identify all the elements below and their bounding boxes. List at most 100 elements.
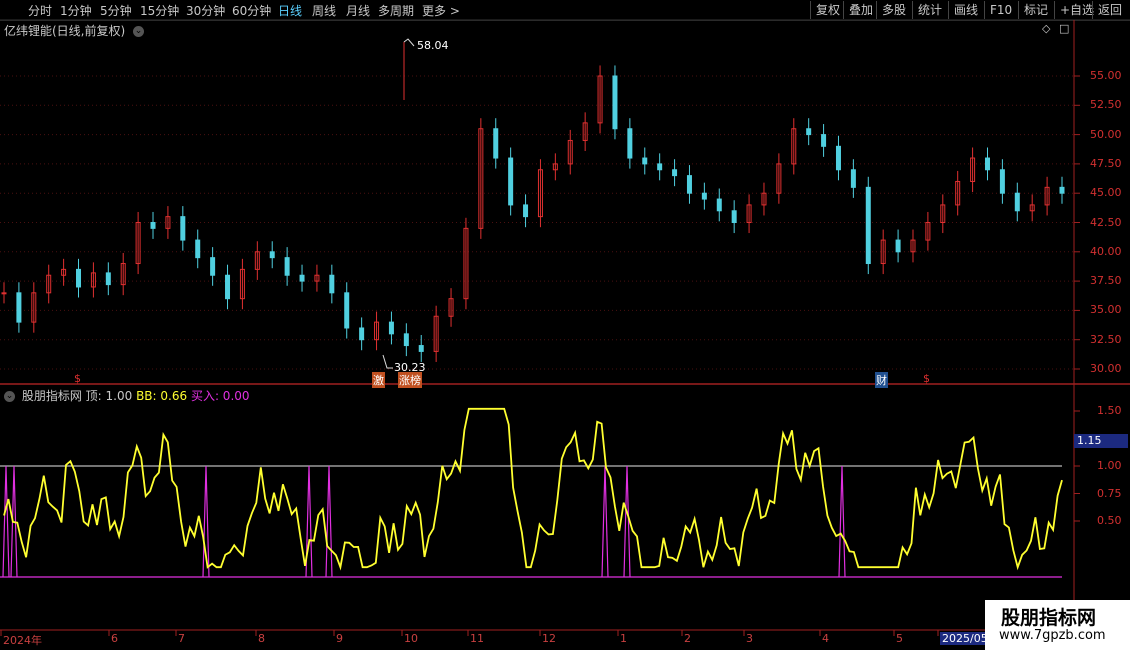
candle-body [344,292,350,329]
price-tick-label: 42.50 [1090,215,1122,229]
candle-body [210,257,216,276]
candle-body [76,268,82,288]
toolbar-button[interactable]: 画线 [948,1,983,19]
time-tick-label: 5 [896,632,903,645]
toolbar-button[interactable]: 复权 [810,1,845,19]
candle-body [731,210,737,223]
watermark-url: www.7gpzb.com [999,628,1106,643]
candle-body [1044,186,1050,206]
candle-body [46,274,52,294]
candle-body [776,163,782,194]
chevron-down-icon[interactable]: ⌄ [133,26,145,37]
candle-body [1059,186,1065,194]
price-tick-label: 50.00 [1090,127,1122,141]
candle-body [135,222,141,265]
candle-body [299,274,305,282]
diamond-icon[interactable]: ◇ [1042,22,1050,35]
buy-spike [202,465,210,578]
candle-body [388,321,394,335]
watermark-title: 股朋指标网 [1001,607,1097,629]
chevron-down-icon[interactable]: ⌄ [4,391,15,402]
candle-body [597,75,603,124]
price-tick-label: 40.00 [1090,244,1122,258]
scroll-box-icon[interactable]: □ [1059,22,1069,35]
period-tab[interactable]: 分时 [28,2,52,19]
period-toolbar: 分时 1分钟 5分钟 15分钟 30分钟 60分钟 日线 周线 月线 多周期 更多 > 复权 叠加 多股… [0,0,1130,21]
stock-title: 亿纬锂能(日线,前复权) [4,24,126,38]
price-tick-label: 52.50 [1090,98,1122,112]
time-tick-label: 10 [404,632,418,645]
candle-body [984,157,990,171]
candle-body [657,163,663,171]
period-tab[interactable]: 更多 > [422,2,460,19]
candle-body [955,180,961,206]
toolbar-button[interactable]: F10 [984,1,1017,19]
candle-body [806,128,812,136]
period-tab[interactable]: 15分钟 [140,2,179,19]
period-tab[interactable]: 月线 [346,2,370,19]
event-marker[interactable]: 财 [875,372,888,388]
period-tab[interactable]: 日线 [278,2,302,19]
candle-body [582,122,588,141]
period-tab[interactable]: 周线 [312,2,336,19]
main-chart-title[interactable]: 亿纬锂能(日线,前复权) ⌄ [4,22,145,39]
event-marker[interactable]: 激 [372,372,385,388]
candle-body [16,292,22,323]
buy-spike [305,465,313,578]
candle-body [478,128,484,229]
toolbar-button[interactable]: 统计 [912,1,947,19]
candle-body [120,263,126,286]
stock-chart[interactable] [0,0,1130,650]
candle-body [925,222,931,241]
candle-body [31,292,37,323]
price-tick-label: 47.50 [1090,156,1122,170]
candle-body [761,192,767,206]
candle-body [627,128,633,159]
candle-body [463,227,469,300]
period-tab[interactable]: 1分钟 [60,2,92,19]
price-tick-label: 45.00 [1090,186,1122,200]
candle-body [940,204,946,223]
toolbar-button[interactable]: 多股 [876,1,911,19]
period-tab[interactable]: 60分钟 [232,2,271,19]
candle-body [225,274,231,300]
period-tab[interactable]: 多周期 [378,2,414,19]
period-tab[interactable]: 5分钟 [100,2,132,19]
high-price-label: 58.04 [417,39,449,52]
candle-body [493,128,499,159]
candle-body [329,274,335,294]
indicator-tick-label: 0.50 [1097,514,1122,527]
buy-value: 买入: 0.00 [190,389,250,403]
candle-body [746,204,752,223]
time-tick-label: 4 [822,632,829,645]
toolbar-button[interactable]: 返回 [1092,1,1127,19]
time-tick-label: 3 [746,632,753,645]
price-tick-label: 32.50 [1090,332,1122,346]
buy-spike [601,465,609,578]
candle-body [612,75,618,130]
indicator-tick-label: 1.50 [1097,404,1122,417]
candle-body [523,204,529,218]
candle-body [686,175,692,194]
toolbar-button[interactable]: 叠加 [843,1,878,19]
event-marker[interactable]: $ [74,372,81,385]
toolbar-button[interactable]: 标记 [1018,1,1053,19]
indicator-title[interactable]: ⌄ 股朋指标网 顶: 1.00 BB: 0.66 买入: 0.00 [4,387,250,404]
time-tick-label: 2 [684,632,691,645]
candle-body [791,128,797,165]
candle-body [672,169,678,177]
price-tick-label: 55.00 [1090,69,1122,82]
buy-spike [325,465,333,578]
candle-body [970,157,976,182]
candle-body [1029,204,1035,212]
candle-body [418,345,424,352]
event-marker[interactable]: $ [923,372,930,385]
price-tick-label: 35.00 [1090,303,1122,317]
candle-body [359,327,365,341]
candle-body [314,274,320,282]
period-tab[interactable]: 30分钟 [186,2,225,19]
current-value-badge: 1.15 [1074,434,1128,448]
bb-value: BB: 0.66 [136,389,188,403]
event-marker[interactable]: 涨榜 [398,372,422,388]
candle-body [508,157,514,206]
